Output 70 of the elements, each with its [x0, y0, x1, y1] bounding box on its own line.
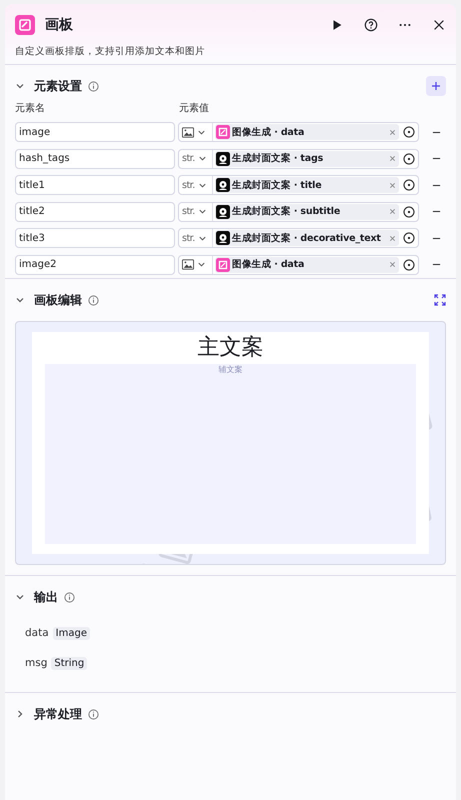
main-text: 主文案 — [196, 334, 264, 362]
fullscreen-icon[interactable] — [434, 294, 446, 306]
target-icon[interactable] — [403, 258, 415, 271]
clear-icon[interactable] — [389, 234, 396, 242]
target-icon[interactable] — [403, 126, 415, 138]
type-tag: String — [51, 656, 88, 670]
clear-icon[interactable] — [389, 155, 396, 162]
info-icon — [64, 592, 75, 602]
canvas-logo-icon — [15, 15, 35, 35]
target-icon[interactable] — [403, 206, 415, 218]
name-input-field[interactable]: hash_tags — [15, 148, 175, 169]
name-input-field[interactable]: image2 — [15, 254, 175, 275]
column-heading: 元素值 — [179, 102, 209, 115]
clear-icon[interactable] — [389, 208, 396, 216]
chevron-down-icon — [198, 154, 207, 164]
sub-text: 辅文案 — [218, 364, 242, 376]
type-select[interactable] — [179, 123, 213, 142]
type-tag: Image — [52, 626, 90, 640]
clear-icon[interactable] — [389, 182, 396, 189]
name-input-field[interactable]: title2 — [15, 202, 175, 222]
node-description: 自定义画板排版，支持引用添加文本和图片 — [15, 45, 206, 58]
section-title: 异常处理 — [34, 706, 82, 722]
type-select[interactable] — [179, 256, 213, 274]
output-name: msg — [25, 657, 48, 669]
plus-icon — [431, 81, 441, 91]
name-input-field[interactable]: image — [15, 122, 175, 142]
type-select[interactable]: str. — [179, 176, 213, 194]
name-input-field[interactable]: title1 — [15, 175, 175, 196]
info-icon — [88, 294, 99, 306]
output-name: data — [25, 627, 49, 639]
reference-tag: 图像生成 · data — [215, 256, 399, 273]
robot-avatar-icon — [216, 178, 230, 192]
info-icon — [88, 708, 99, 720]
section-title: 元素设置 — [34, 78, 82, 94]
help-icon[interactable] — [364, 18, 378, 32]
info-icon — [88, 80, 99, 92]
node-title: 画板 — [45, 16, 73, 34]
reference-tag: 生成封面文案 · decorative_text — [215, 230, 399, 246]
chevron-down-icon[interactable] — [15, 295, 25, 305]
canvas-editor[interactable]: 主文案 辅文案 — [15, 321, 446, 565]
reference-tag: 生成封面文案 · subtitle — [215, 204, 399, 220]
chevron-down-icon — [198, 207, 207, 216]
column-heading: 元素名 — [15, 102, 46, 115]
robot-avatar-icon — [216, 231, 230, 246]
chevron-right-icon[interactable] — [15, 709, 25, 719]
image-type-icon — [182, 126, 194, 138]
reference-tag: 图像生成 · data — [215, 124, 399, 140]
name-input-field[interactable]: title3 — [15, 228, 175, 248]
close-icon[interactable] — [432, 18, 446, 32]
reference-tag: 生成封面文案 · title — [215, 177, 399, 194]
chevron-down-icon[interactable] — [15, 81, 25, 91]
add-button[interactable] — [426, 76, 446, 96]
chevron-down-icon — [197, 260, 206, 270]
image-node-icon — [216, 125, 230, 140]
type-select[interactable]: str. — [179, 150, 213, 168]
target-icon[interactable] — [403, 179, 415, 192]
section-title: 输出 — [34, 588, 58, 606]
type-select[interactable]: str. — [179, 202, 213, 221]
clear-icon[interactable] — [389, 128, 396, 136]
image-type-icon — [182, 259, 194, 270]
type-select[interactable]: str. — [179, 229, 213, 248]
robot-avatar-icon — [216, 204, 230, 219]
target-icon[interactable] — [403, 232, 415, 244]
chevron-down-icon[interactable] — [15, 592, 25, 602]
clear-icon[interactable] — [389, 261, 396, 268]
target-icon[interactable] — [403, 152, 415, 165]
reference-tag: 生成封面文案 · tags — [215, 150, 399, 167]
section-title: 画板编辑 — [34, 292, 82, 308]
robot-avatar-icon — [216, 152, 230, 166]
image-node-icon — [216, 258, 230, 272]
